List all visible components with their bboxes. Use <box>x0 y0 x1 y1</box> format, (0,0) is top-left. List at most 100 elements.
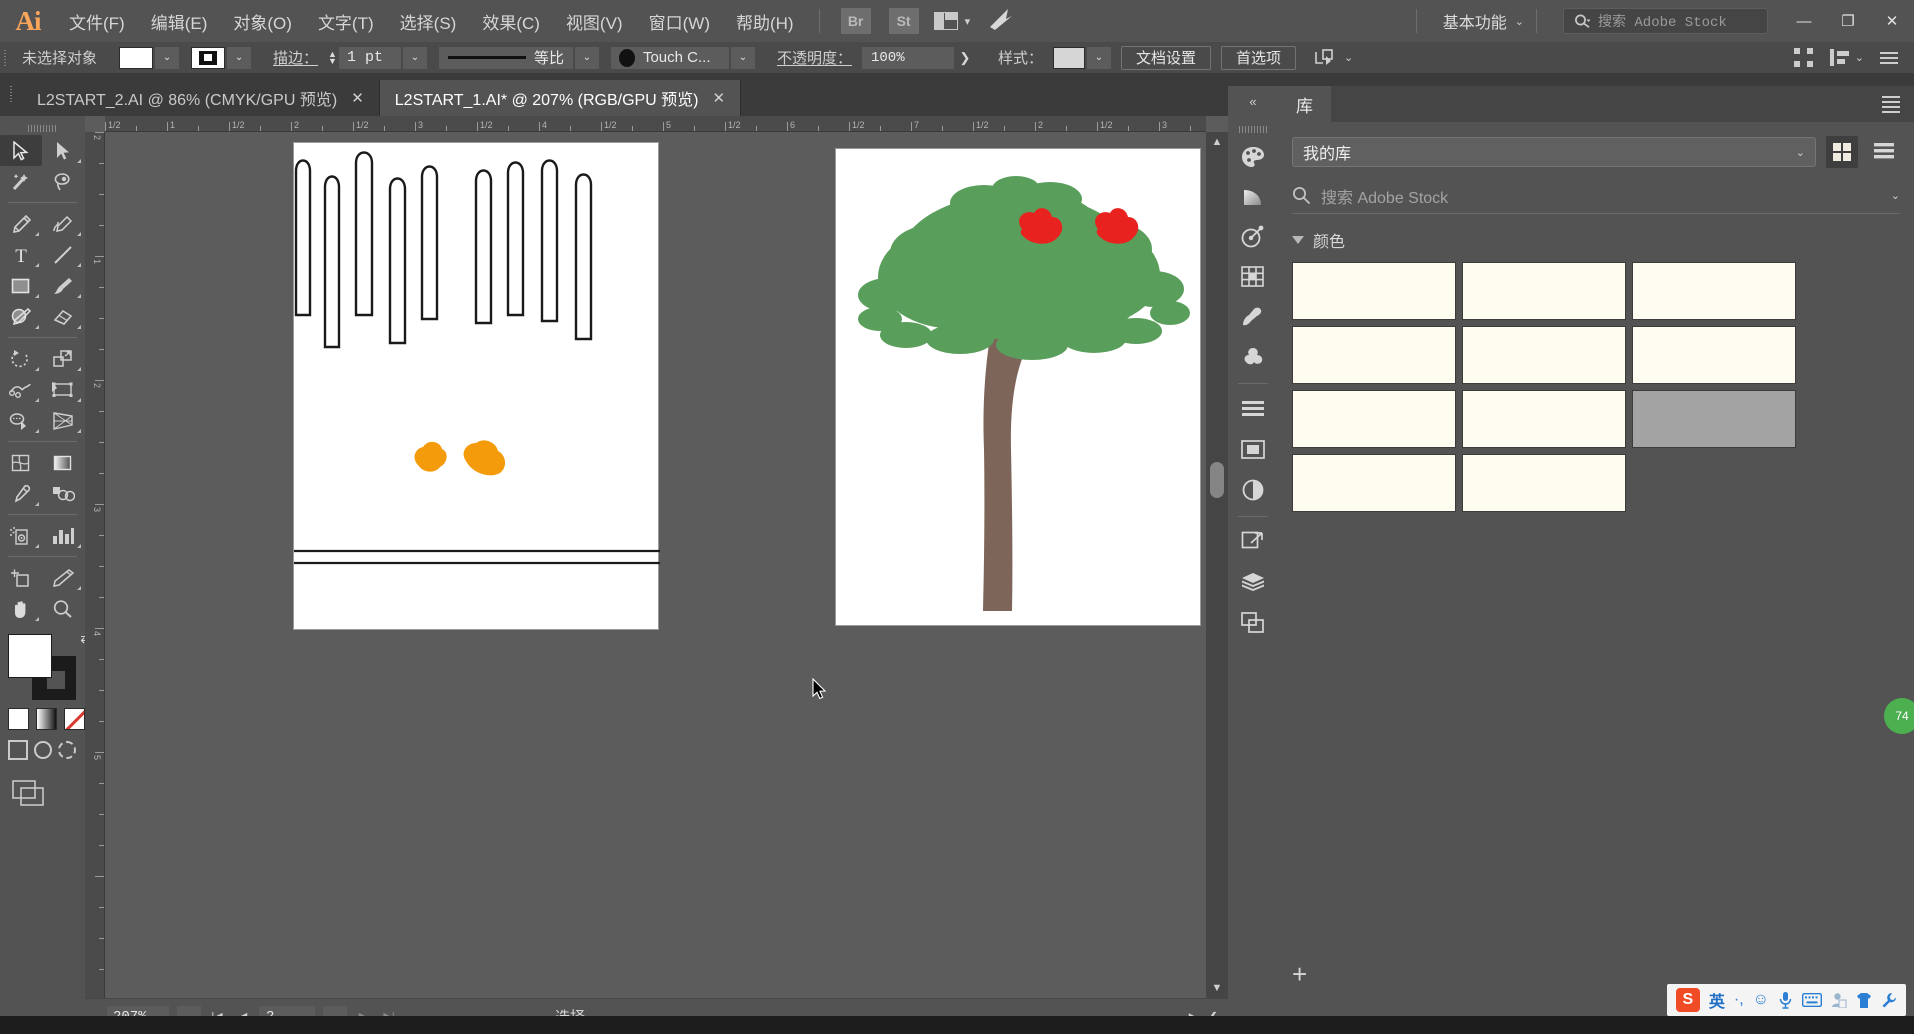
perspective-grid-tool[interactable] <box>42 405 84 436</box>
toolbar-grip[interactable] <box>0 122 85 135</box>
direct-selection-tool[interactable] <box>42 135 84 166</box>
workspace-chevron-icon[interactable]: ⌄ <box>1515 15 1524 28</box>
stroke-weight-input[interactable]: 1 pt <box>338 46 401 69</box>
mesh-tool[interactable] <box>0 447 42 478</box>
library-color-swatch[interactable] <box>1292 262 1456 320</box>
bridge-button[interactable]: Br <box>840 8 871 34</box>
preferences-button[interactable]: 首选项 <box>1221 45 1297 70</box>
opacity-label[interactable]: 不透明度： <box>777 47 852 68</box>
menu-edit[interactable]: 编辑(E) <box>138 0 221 42</box>
colors-section-header[interactable]: 颜色 <box>1292 228 1900 252</box>
magic-wand-tool[interactable] <box>0 166 42 197</box>
opacity-input[interactable]: 100% <box>861 46 954 69</box>
column-graph-tool[interactable] <box>42 520 84 551</box>
change-screen-mode-button[interactable] <box>12 780 85 813</box>
close-button[interactable]: ✕ <box>1870 0 1914 42</box>
library-color-swatch[interactable] <box>1292 326 1456 384</box>
free-transform-tool[interactable] <box>42 374 84 405</box>
zoom-tool[interactable] <box>42 593 84 624</box>
user-icon[interactable] <box>1831 992 1847 1008</box>
shape-builder-tool[interactable] <box>0 405 42 436</box>
links-panel-icon[interactable] <box>1232 524 1274 562</box>
appearance-panel-icon[interactable] <box>1232 471 1274 509</box>
library-color-swatch[interactable] <box>1632 262 1796 320</box>
panel-collapse-button[interactable]: « <box>1228 86 1278 116</box>
stroke-color-swatch[interactable] <box>191 46 226 69</box>
menu-window[interactable]: 窗口(W) <box>636 0 723 42</box>
gradient-panel-icon[interactable] <box>1232 218 1274 256</box>
tab-bar-grip[interactable] <box>0 74 22 116</box>
artboard-right[interactable] <box>835 148 1201 626</box>
document-tab-l2start1[interactable]: L2START_1.AI* @ 207% (RGB/GPU 预览) ✕ <box>379 80 742 116</box>
ime-mode-label[interactable]: 英 <box>1709 988 1725 1012</box>
list-view-button[interactable] <box>1868 136 1900 168</box>
settings-icon[interactable] <box>1881 992 1897 1009</box>
stock-button[interactable]: St <box>888 8 919 34</box>
library-color-swatch[interactable] <box>1462 390 1626 448</box>
swatches-panel-icon[interactable] <box>1232 258 1274 296</box>
tab-close-icon[interactable]: ✕ <box>713 89 726 107</box>
skin-icon[interactable] <box>1856 992 1872 1009</box>
symbols-panel-icon[interactable] <box>1232 338 1274 376</box>
library-color-swatch[interactable] <box>1462 454 1626 512</box>
rectangle-tool[interactable] <box>0 270 42 301</box>
symbol-sprayer-tool[interactable] <box>0 520 42 551</box>
profile-chevron-icon[interactable]: ⌄ <box>574 46 599 69</box>
draw-normal-icon[interactable] <box>8 740 28 760</box>
library-color-swatch[interactable] <box>1292 390 1456 448</box>
brushes-panel-icon[interactable] <box>1232 298 1274 336</box>
stroke-weight-stepper[interactable]: ▲ ▼ <box>328 49 337 65</box>
lasso-tool[interactable] <box>42 166 84 197</box>
artboard-tool[interactable] <box>0 562 42 593</box>
notification-badge[interactable]: 74 <box>1884 698 1914 734</box>
fill-color-control[interactable] <box>8 634 52 678</box>
arrange-selector[interactable]: ⌄ <box>1829 48 1864 67</box>
menu-effect[interactable]: 效果(C) <box>469 0 553 42</box>
slice-tool[interactable] <box>42 562 84 593</box>
draw-inside-icon[interactable] <box>58 741 76 759</box>
color-panel-icon[interactable] <box>1232 138 1274 176</box>
curvature-tool[interactable] <box>42 208 84 239</box>
scroll-down-icon[interactable]: ▼ <box>1206 978 1228 998</box>
library-color-swatch[interactable] <box>1462 262 1626 320</box>
menu-object[interactable]: 对象(O) <box>220 0 305 42</box>
hand-tool[interactable] <box>0 593 42 624</box>
stroke-weight-chevron-icon[interactable]: ⌄ <box>402 46 427 69</box>
stock-search-input[interactable]: 搜索 Adobe Stock <box>1563 8 1768 34</box>
type-tool[interactable]: T <box>0 239 42 270</box>
library-color-swatch[interactable] <box>1462 326 1626 384</box>
keyboard-icon[interactable] <box>1802 993 1822 1007</box>
fill-dropdown-chevron-icon[interactable]: ⌄ <box>155 46 180 69</box>
transform-panel-icon[interactable] <box>1232 431 1274 469</box>
artboards-panel-icon[interactable] <box>1232 604 1274 642</box>
color-button[interactable] <box>8 708 29 730</box>
pen-tool[interactable] <box>0 208 42 239</box>
graphic-style-swatch[interactable] <box>1053 46 1085 69</box>
scale-tool[interactable] <box>42 343 84 374</box>
document-setup-button[interactable]: 文档设置 <box>1121 45 1212 70</box>
vertical-scroll-thumb[interactable] <box>1210 462 1224 498</box>
align-chevron-icon[interactable]: ⌄ <box>1344 51 1353 64</box>
dock-grip[interactable] <box>1239 122 1267 136</box>
menu-view[interactable]: 视图(V) <box>553 0 636 42</box>
add-to-library-button[interactable]: + <box>1292 961 1307 987</box>
none-button[interactable] <box>64 708 85 730</box>
library-color-swatch[interactable] <box>1632 326 1796 384</box>
stroke-dropdown-chevron-icon[interactable]: ⌄ <box>227 46 252 69</box>
layers-panel-icon[interactable] <box>1232 564 1274 602</box>
shaper-tool[interactable] <box>0 301 42 332</box>
tab-library[interactable]: 库 <box>1278 86 1331 122</box>
width-profile-selector[interactable]: 等比 <box>438 46 573 69</box>
grid-view-button[interactable] <box>1826 136 1858 168</box>
panel-options-icon[interactable] <box>1880 51 1898 64</box>
opacity-expand-icon[interactable]: ❯ <box>954 47 976 69</box>
restore-button[interactable]: ❐ <box>1826 0 1870 42</box>
minimize-button[interactable]: — <box>1782 0 1826 42</box>
grid-view-icon[interactable] <box>1793 47 1814 68</box>
gradient-button[interactable] <box>36 708 57 730</box>
artboard-left[interactable] <box>293 142 660 630</box>
menu-file[interactable]: 文件(F) <box>56 0 138 42</box>
vertical-ruler[interactable]: 2 1 2 3 4 5 <box>85 132 105 998</box>
document-tab-l2start2[interactable]: L2START_2.AI @ 86% (CMYK/GPU 预览) ✕ <box>22 80 380 116</box>
library-search-row[interactable]: 搜索 Adobe Stock ⌄ <box>1292 178 1900 214</box>
